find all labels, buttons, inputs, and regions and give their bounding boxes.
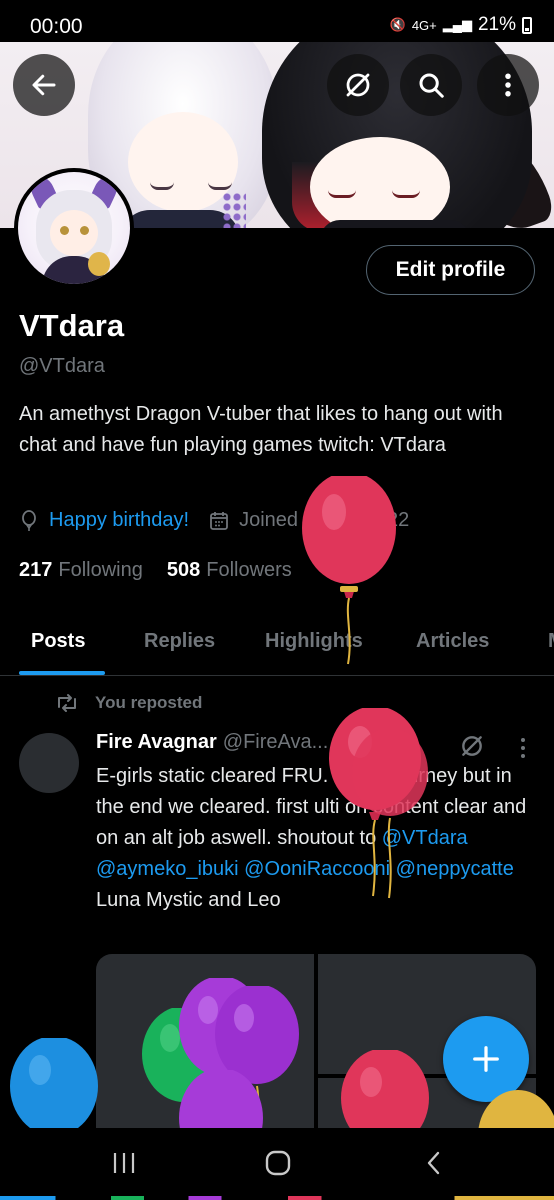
arrow-left-icon — [32, 74, 56, 96]
mention-link[interactable]: @OoniRaccooni — [244, 858, 390, 880]
more-vertical-icon — [505, 73, 511, 97]
recents-button[interactable] — [107, 1148, 141, 1178]
home-icon — [265, 1150, 291, 1176]
nav-back-button[interactable] — [417, 1148, 451, 1178]
tab-highlights[interactable]: Highlights — [265, 630, 363, 653]
followers-count: 508 — [166, 559, 201, 581]
muted-circle-icon — [346, 73, 370, 97]
compose-post-button[interactable] — [443, 1016, 529, 1102]
battery-percent: 21% — [477, 14, 516, 35]
avatar-accessory — [88, 252, 110, 276]
post-text-body: Luna Mystic and Leo — [96, 889, 281, 911]
mention-link[interactable]: @VTdara — [382, 827, 468, 849]
post-header: Fire Avagnar @FireAva... · 14 Mar — [96, 731, 409, 754]
profile-bio: An amethyst Dragon V-tuber that likes to… — [19, 403, 503, 456]
banner-art-face — [310, 137, 450, 228]
banner-art-detail — [222, 192, 246, 228]
bottom-color-strip — [0, 1196, 554, 1200]
post-author-handle[interactable]: @FireAva... — [223, 731, 329, 754]
battery-icon — [522, 16, 532, 34]
profile-meta: Happy birthday! Joined March 2022 — [19, 509, 409, 532]
signal-icon: ▂▄▆ — [442, 17, 472, 32]
separator-dot: · — [334, 731, 341, 753]
post-date: 14 Mar — [346, 731, 410, 753]
mention-link[interactable]: @neppycatte — [396, 858, 514, 880]
balloon-icon — [22, 509, 36, 531]
tab-media[interactable]: M — [548, 630, 554, 653]
avatar-eye — [60, 226, 69, 235]
banner-art-body — [320, 220, 470, 228]
search-button[interactable] — [400, 54, 462, 116]
recents-icon — [113, 1153, 135, 1173]
status-time: 00:00 — [30, 15, 83, 38]
status-bar: 00:00 🔇 4G+ ▂▄▆ 21% — [0, 0, 554, 42]
birthday-link[interactable]: Happy birthday! — [49, 509, 189, 532]
back-icon — [427, 1151, 440, 1175]
tab-replies[interactable]: Replies — [144, 630, 215, 653]
post-text: E-girls static cleared FRU. was a journe… — [96, 761, 536, 916]
home-button[interactable] — [261, 1148, 295, 1178]
active-tab-indicator — [19, 671, 105, 675]
joined-date: Joined March 2022 — [239, 509, 410, 531]
repost-indicator: You reposted — [55, 693, 202, 713]
avatar-eye — [80, 226, 89, 235]
banner-art-eye — [328, 190, 356, 198]
avatar[interactable] — [14, 168, 134, 288]
muted-account-button[interactable] — [327, 54, 389, 116]
post-more-icon[interactable] — [520, 737, 526, 759]
profile-handle: @VTdara — [19, 355, 105, 377]
edit-profile-button[interactable]: Edit profile — [366, 245, 535, 295]
banner-art-eye — [392, 190, 420, 198]
plus-icon — [473, 1046, 499, 1072]
profile-display-name: VTdara — [19, 308, 125, 343]
following-link[interactable]: 217 Following — [19, 559, 143, 582]
repost-label: You reposted — [95, 693, 203, 712]
mute-status-icon: 🔇 — [389, 17, 406, 32]
status-icons: 🔇 4G+ ▂▄▆ 21% — [390, 14, 532, 36]
tab-posts[interactable]: Posts — [31, 630, 85, 653]
muted-circle-icon[interactable] — [459, 733, 485, 759]
calendar-icon — [210, 511, 228, 530]
profile-tabs: Posts Replies Highlights Articles M — [0, 614, 554, 676]
following-label: Following — [58, 559, 143, 581]
follow-stats: 217 Following 508 Followers — [19, 559, 316, 582]
avatar-image — [18, 172, 130, 284]
post-author-name[interactable]: Fire Avagnar — [96, 731, 217, 754]
search-icon — [419, 73, 444, 98]
repost-icon — [58, 694, 76, 712]
post-author-avatar[interactable] — [19, 733, 79, 793]
avatar-face — [50, 210, 98, 256]
followers-link[interactable]: 508 Followers — [167, 559, 292, 582]
mention-link[interactable]: @aymeko_ibuki — [96, 858, 239, 880]
followers-label: Followers — [206, 559, 292, 581]
more-options-button[interactable] — [477, 54, 539, 116]
back-button[interactable] — [13, 54, 75, 116]
tab-articles[interactable]: Articles — [416, 630, 489, 653]
system-navigation-bar — [0, 1128, 554, 1200]
network-type: 4G+ — [411, 17, 437, 33]
following-count: 217 — [19, 559, 53, 581]
